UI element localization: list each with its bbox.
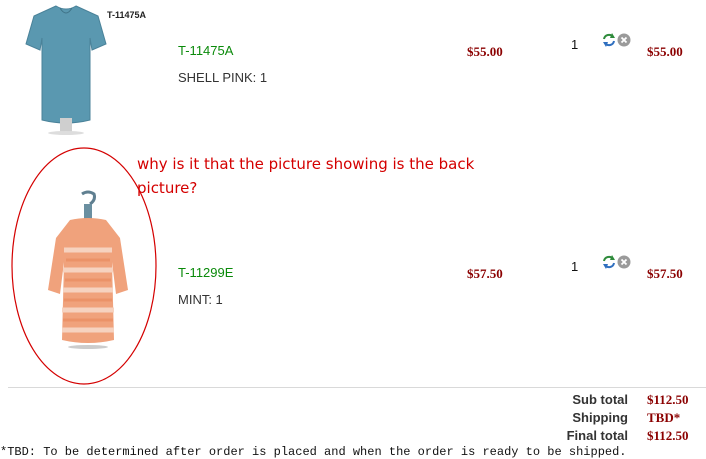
item-sku[interactable]: T-11475A (178, 43, 233, 58)
final-total-value: $112.50 (647, 428, 689, 443)
remove-icon[interactable] (617, 33, 631, 47)
refresh-icon[interactable] (601, 254, 617, 270)
item-sku[interactable]: T-11299E (178, 265, 233, 280)
annotation-line-1: why is it that the picture showing is th… (137, 155, 475, 173)
refresh-icon[interactable] (601, 32, 617, 48)
item-qty[interactable]: 1 (571, 259, 578, 274)
annotation-text: why is it that the picture showing is th… (137, 152, 474, 200)
subtotal-value: $112.50 (647, 392, 689, 407)
product-image-top-blue[interactable] (16, 0, 116, 135)
shipping-label: Shipping (572, 410, 628, 425)
shipping-value: TBD* (647, 410, 681, 425)
item-variant: SHELL PINK: 1 (178, 70, 268, 85)
item-qty[interactable]: 1 (571, 37, 578, 52)
item-variant: MINT: 1 (178, 292, 223, 307)
item-price: $55.00 (467, 44, 503, 59)
item-price: $57.50 (467, 266, 503, 281)
remove-icon[interactable] (617, 255, 631, 269)
final-total-label: Final total (566, 428, 628, 443)
product-image-top-orange[interactable] (38, 190, 138, 352)
item-line-total: $55.00 (647, 44, 683, 59)
summary-divider (8, 387, 706, 388)
subtotal-label: Sub total (572, 392, 628, 407)
annotation-line-2: picture? (137, 179, 198, 197)
image-tag: T-11475A (107, 10, 147, 20)
item-line-total: $57.50 (647, 266, 683, 281)
